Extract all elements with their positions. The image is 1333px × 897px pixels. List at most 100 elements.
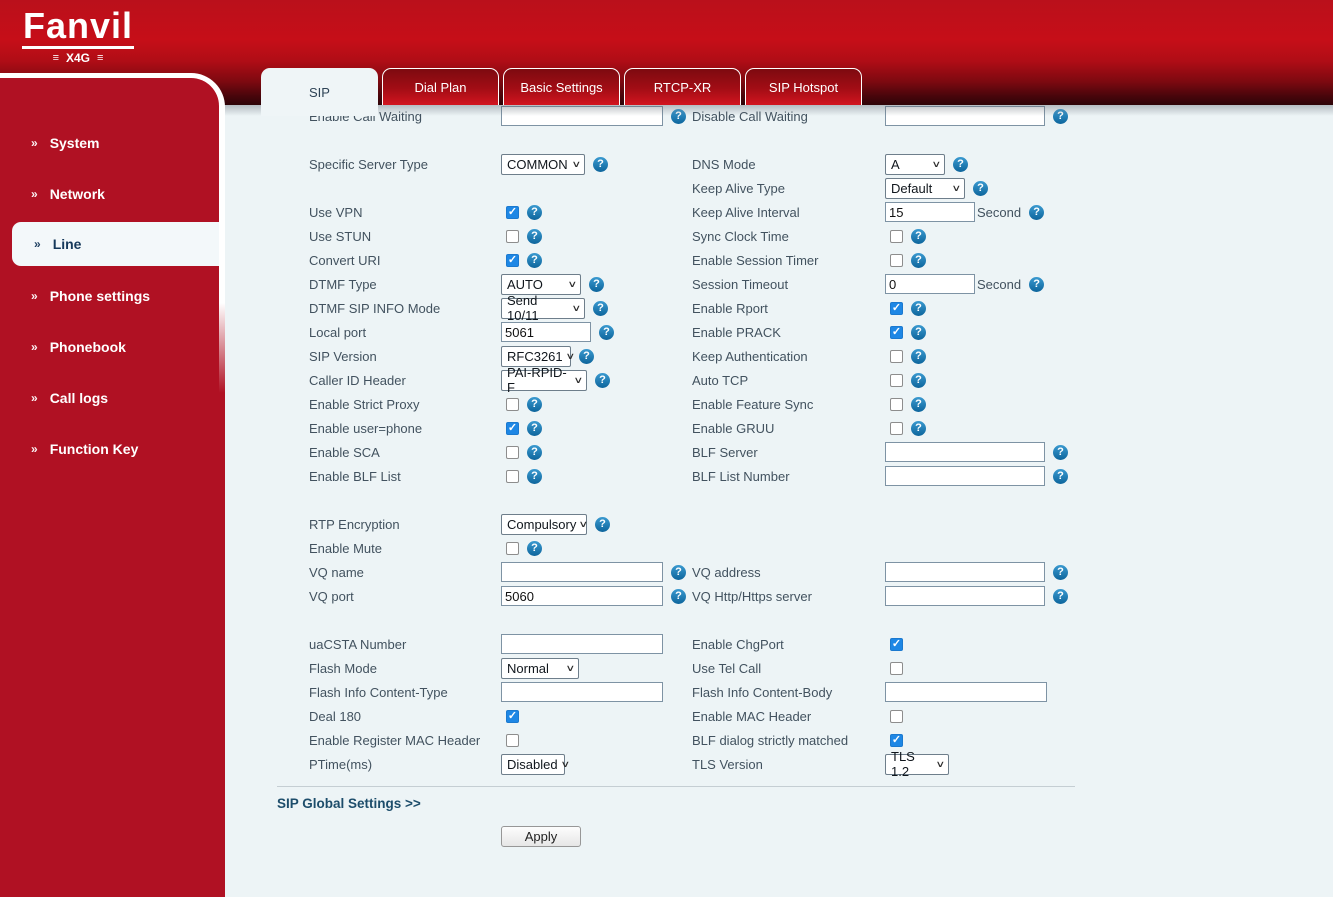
vq-port-label: VQ port xyxy=(309,588,354,604)
help-icon[interactable]: ? xyxy=(911,300,926,316)
flash-info-content-body-input[interactable] xyxy=(885,682,1047,702)
help-icon[interactable]: ? xyxy=(911,324,926,340)
selected-option: COMMON xyxy=(507,156,568,172)
sync-clock-time-checkbox[interactable] xyxy=(890,229,903,243)
caller-id-header-select[interactable]: PAI-RPID-F ∨ xyxy=(501,365,587,395)
rtp-encryption-select[interactable]: Compulsory ∨ xyxy=(501,513,589,535)
enable-blf-list-checkbox[interactable] xyxy=(506,469,519,483)
form-row: DTMF Type AUTO ∨? Session Timeout Second? xyxy=(309,272,1333,296)
vq-address-input[interactable] xyxy=(885,562,1045,582)
flash-mode-select[interactable]: Normal ∨ xyxy=(501,657,579,679)
help-icon[interactable]: ? xyxy=(527,468,542,484)
help-icon[interactable]: ? xyxy=(911,420,926,436)
help-icon[interactable]: ? xyxy=(911,372,926,388)
sidebar-item-line[interactable]: » Line xyxy=(12,222,219,266)
help-icon[interactable]: ? xyxy=(953,156,968,172)
sidebar-item-function-key[interactable]: » Function Key xyxy=(0,423,219,474)
use-vpn-checkbox[interactable]: ✓ xyxy=(506,205,519,219)
flash-info-content-type-input[interactable] xyxy=(501,682,663,702)
enable-session-timer-checkbox[interactable] xyxy=(890,253,903,267)
help-icon[interactable]: ? xyxy=(595,516,610,532)
sidebar-item-phone-settings[interactable]: » Phone settings xyxy=(0,270,219,321)
blf-list-number-input[interactable] xyxy=(885,466,1045,486)
enable-chgport-checkbox[interactable]: ✓ xyxy=(890,637,903,651)
sip-version-select[interactable]: RFC3261 ∨ xyxy=(501,345,575,367)
tab-dial-plan[interactable]: Dial Plan xyxy=(382,68,499,105)
form-section: uaCSTA Number Enable ChgPort ✓ Flash Mode No… xyxy=(309,632,1333,779)
sidebar-item-call-logs[interactable]: » Call logs xyxy=(0,372,219,423)
use-stun-checkbox[interactable] xyxy=(506,229,519,243)
tls-version-select[interactable]: TLS 1.2 ∨ xyxy=(885,749,949,779)
help-icon[interactable]: ? xyxy=(671,564,686,580)
help-icon[interactable]: ? xyxy=(527,540,542,556)
vq-http-https-server-input[interactable] xyxy=(885,586,1045,606)
help-icon[interactable]: ? xyxy=(527,396,542,412)
sip-global-settings-link[interactable]: SIP Global Settings >> xyxy=(277,796,421,811)
enable-prack-checkbox[interactable]: ✓ xyxy=(890,325,903,339)
tab-sip-hotspot[interactable]: SIP Hotspot xyxy=(745,68,862,105)
keep-alive-interval-input[interactable] xyxy=(885,202,975,222)
sidebar-item-system[interactable]: » System xyxy=(0,117,219,168)
help-icon[interactable]: ? xyxy=(911,252,926,268)
vq-address-label: VQ address xyxy=(692,564,761,580)
enable-register-mac-header-checkbox[interactable] xyxy=(506,733,519,747)
help-icon[interactable]: ? xyxy=(527,204,542,220)
help-icon[interactable]: ? xyxy=(973,180,988,196)
help-icon[interactable]: ? xyxy=(527,444,542,460)
enable-rport-checkbox[interactable]: ✓ xyxy=(890,301,903,315)
help-icon[interactable]: ? xyxy=(911,348,926,364)
enable-sca-checkbox[interactable] xyxy=(506,445,519,459)
convert-uri-checkbox[interactable]: ✓ xyxy=(506,253,519,267)
dns-mode-select[interactable]: A ∨ xyxy=(885,153,945,175)
help-icon[interactable]: ? xyxy=(527,252,542,268)
help-icon[interactable]: ? xyxy=(599,324,614,340)
help-icon[interactable]: ? xyxy=(593,300,608,316)
help-icon[interactable]: ? xyxy=(1053,444,1068,460)
enable-feature-sync-checkbox[interactable] xyxy=(890,397,903,411)
local-port-input[interactable] xyxy=(501,322,591,342)
help-icon[interactable]: ? xyxy=(589,276,604,292)
tab-basic-settings[interactable]: Basic Settings xyxy=(503,68,620,105)
enable-rport-label: Enable Rport xyxy=(692,300,768,316)
sidebar-item-phonebook[interactable]: » Phonebook xyxy=(0,321,219,372)
enable-mute-checkbox[interactable] xyxy=(506,541,519,555)
apply-button[interactable]: Apply xyxy=(501,826,581,847)
help-icon[interactable]: ? xyxy=(911,228,926,244)
help-icon[interactable]: ? xyxy=(579,348,594,364)
form-row: Enable SCA? BLF Server? xyxy=(309,440,1333,464)
specific-server-type-select[interactable]: COMMON ∨ xyxy=(501,153,585,175)
dtmf-sip-info-mode-select[interactable]: Send 10/11 ∨ xyxy=(501,293,585,323)
help-icon[interactable]: ? xyxy=(1029,204,1045,220)
dtmf-type-select[interactable]: AUTO ∨ xyxy=(501,273,581,295)
help-icon[interactable]: ? xyxy=(1053,564,1068,580)
uacsta-number-input[interactable] xyxy=(501,634,663,654)
vq-name-input[interactable] xyxy=(501,562,663,582)
use-tel-call-checkbox[interactable] xyxy=(890,661,903,675)
help-icon[interactable]: ? xyxy=(527,420,542,436)
vq-port-input[interactable] xyxy=(501,586,663,606)
help-icon[interactable]: ? xyxy=(1053,588,1068,604)
deal-180-checkbox[interactable]: ✓ xyxy=(506,709,519,723)
enable-user-phone-checkbox[interactable]: ✓ xyxy=(506,421,519,435)
help-icon[interactable]: ? xyxy=(1053,468,1068,484)
tab-sip[interactable]: SIP xyxy=(261,68,378,116)
session-timeout-input[interactable] xyxy=(885,274,975,294)
auto-tcp-checkbox[interactable] xyxy=(890,373,903,387)
ptime-ms-select[interactable]: Disabled ∨ xyxy=(501,753,570,775)
tab-rtcp-xr[interactable]: RTCP-XR xyxy=(624,68,741,105)
help-icon[interactable]: ? xyxy=(671,588,686,604)
help-icon[interactable]: ? xyxy=(1029,276,1045,292)
help-icon[interactable]: ? xyxy=(911,396,926,412)
blf-dialog-strictly-matched-checkbox[interactable]: ✓ xyxy=(890,733,903,747)
keep-alive-type-select[interactable]: Default ∨ xyxy=(885,177,965,199)
blf-server-input[interactable] xyxy=(885,442,1045,462)
enable-gruu-checkbox[interactable] xyxy=(890,421,903,435)
enable-strict-proxy-checkbox[interactable] xyxy=(506,397,519,411)
help-icon[interactable]: ? xyxy=(595,372,610,388)
chevron-right-icon: » xyxy=(31,390,38,405)
enable-mac-header-checkbox[interactable] xyxy=(890,709,903,723)
help-icon[interactable]: ? xyxy=(527,228,542,244)
sidebar-item-network[interactable]: » Network xyxy=(0,168,219,219)
keep-authentication-checkbox[interactable] xyxy=(890,349,903,363)
help-icon[interactable]: ? xyxy=(593,156,608,172)
